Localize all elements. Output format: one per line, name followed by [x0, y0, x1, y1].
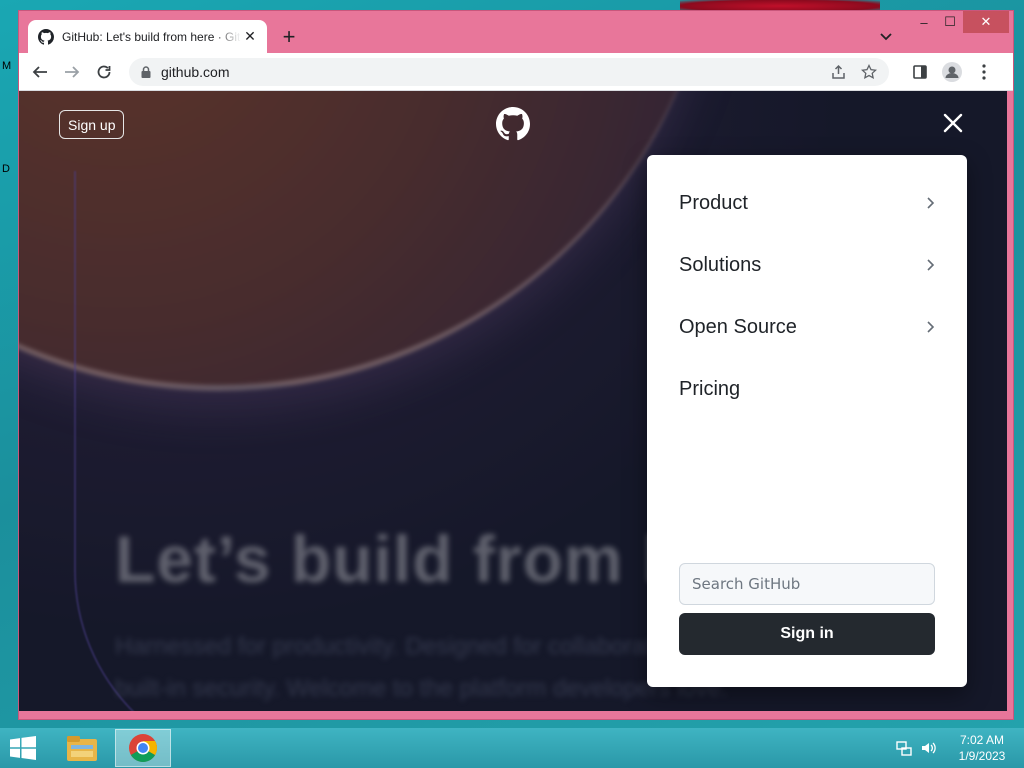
url-text[interactable]: github.com — [161, 64, 229, 80]
clock-date: 1/9/2023 — [958, 749, 1006, 763]
menu-item-solutions[interactable]: Solutions — [679, 249, 937, 281]
share-icon[interactable] — [829, 62, 849, 82]
new-tab-button[interactable]: + — [277, 25, 301, 49]
menu-item-label: Solutions — [679, 253, 762, 276]
windows-start-icon[interactable] — [8, 736, 38, 760]
maximize-button[interactable]: ☐ — [937, 11, 963, 33]
forward-arrow-icon[interactable] — [59, 59, 85, 85]
lock-icon[interactable] — [139, 65, 153, 79]
browser-window: GitHub: Let's build from here · GitHub ✕… — [18, 10, 1014, 720]
taskbar: 7:02 AM 1/9/2023 — [0, 728, 1024, 768]
chevron-right-icon — [927, 259, 935, 271]
page-viewport: Let’s build from here Harnessed for prod… — [19, 91, 1007, 711]
browser-menu-icon[interactable] — [971, 59, 997, 85]
back-arrow-icon[interactable] — [27, 59, 53, 85]
menu-item-label: Open Source — [679, 315, 797, 338]
desktop-icon-label: M — [2, 60, 12, 72]
menu-item-open-source[interactable]: Open Source — [679, 311, 937, 343]
menu-item-pricing[interactable]: Pricing — [679, 373, 937, 405]
taskbar-clock[interactable]: 7:02 AM 1/9/2023 — [950, 732, 1014, 764]
chevron-right-icon — [927, 321, 935, 333]
browser-tab[interactable]: GitHub: Let's build from here · GitHub ✕ — [28, 20, 267, 53]
reload-icon[interactable] — [91, 59, 117, 85]
minimize-button[interactable]: – — [911, 11, 937, 33]
clock-time: 7:02 AM — [959, 733, 1005, 747]
profile-avatar-icon[interactable] — [939, 59, 965, 85]
system-tray — [896, 740, 936, 761]
tab-strip: GitHub: Let's build from here · GitHub ✕… — [19, 11, 1013, 53]
window-close-button[interactable]: ✕ — [963, 11, 1009, 33]
chevron-right-icon — [927, 197, 935, 209]
github-icon — [38, 28, 54, 45]
menu-item-label: Pricing — [679, 377, 741, 400]
menu-item-label: Product — [679, 191, 748, 214]
github-logo-icon[interactable] — [496, 107, 530, 141]
tab-close-icon[interactable]: ✕ — [241, 28, 259, 46]
address-bar[interactable]: github.com — [129, 58, 889, 86]
desktop-icon-label: D — [2, 163, 10, 175]
tab-title: GitHub: Let's build from here · GitHub — [62, 29, 241, 44]
bookmark-star-icon[interactable] — [859, 62, 879, 82]
side-panel-icon[interactable] — [907, 59, 933, 85]
sign-up-button[interactable]: Sign up — [59, 110, 125, 139]
chrome-icon[interactable] — [115, 729, 171, 767]
menu-item-product[interactable]: Product — [679, 187, 937, 219]
file-explorer-icon[interactable] — [54, 729, 110, 767]
volume-icon[interactable] — [920, 740, 936, 761]
search-input[interactable] — [679, 563, 935, 605]
browser-toolbar: github.com — [19, 53, 1013, 91]
close-menu-icon[interactable] — [940, 110, 966, 136]
sign-in-button[interactable]: Sign in — [679, 613, 935, 655]
network-icon[interactable] — [896, 740, 912, 761]
tab-search-chevron-icon[interactable] — [875, 26, 897, 48]
navigation-menu: Product Solutions Open Source Pricing Si… — [647, 155, 967, 687]
